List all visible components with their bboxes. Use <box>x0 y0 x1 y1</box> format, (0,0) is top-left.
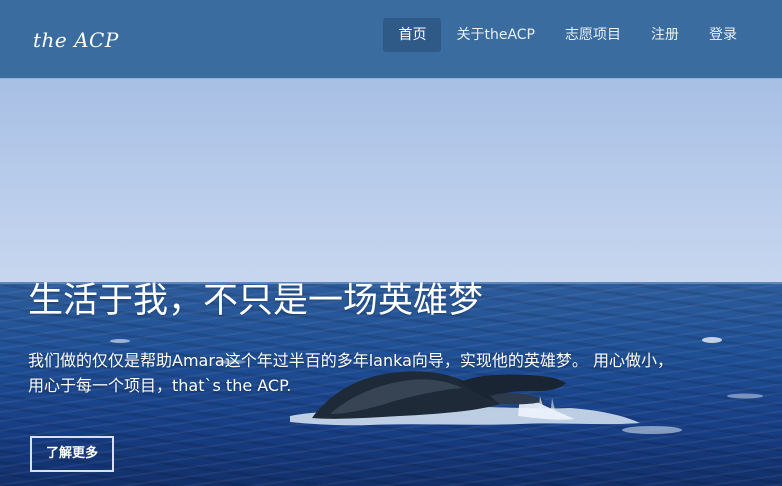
nav-item-register[interactable]: 注册 <box>636 18 694 52</box>
nav-item-home[interactable]: 首页 <box>383 18 442 52</box>
hero-banner: 生活于我，不只是一场英雄梦 我们做的仅仅是帮助Amara这个年过半百的多年lan… <box>0 78 782 486</box>
hero-headline: 生活于我，不只是一场英雄梦 <box>28 281 484 321</box>
nav-item-about[interactable]: 关于theACP <box>441 18 550 52</box>
nav-item-volunteer-projects[interactable]: 志愿项目 <box>550 18 636 52</box>
hero-description: 我们做的仅仅是帮助Amara这个年过半百的多年lanka向导，实现他的英雄梦。 … <box>28 348 768 398</box>
nav-item-login[interactable]: 登录 <box>694 18 752 52</box>
main-nav: 首页 关于theACP 志愿项目 注册 登录 <box>383 18 752 52</box>
hero-description-line-2: 用心于每一个项目，that`s the ACP. <box>28 376 292 395</box>
learn-more-button[interactable]: 了解更多 <box>30 436 114 472</box>
hero-description-line-1: 我们做的仅仅是帮助Amara这个年过半百的多年lanka向导，实现他的英雄梦。 … <box>28 351 673 370</box>
site-logo[interactable]: the ACP <box>33 28 119 52</box>
top-navbar: the ACP 首页 关于theACP 志愿项目 注册 登录 <box>0 0 782 78</box>
